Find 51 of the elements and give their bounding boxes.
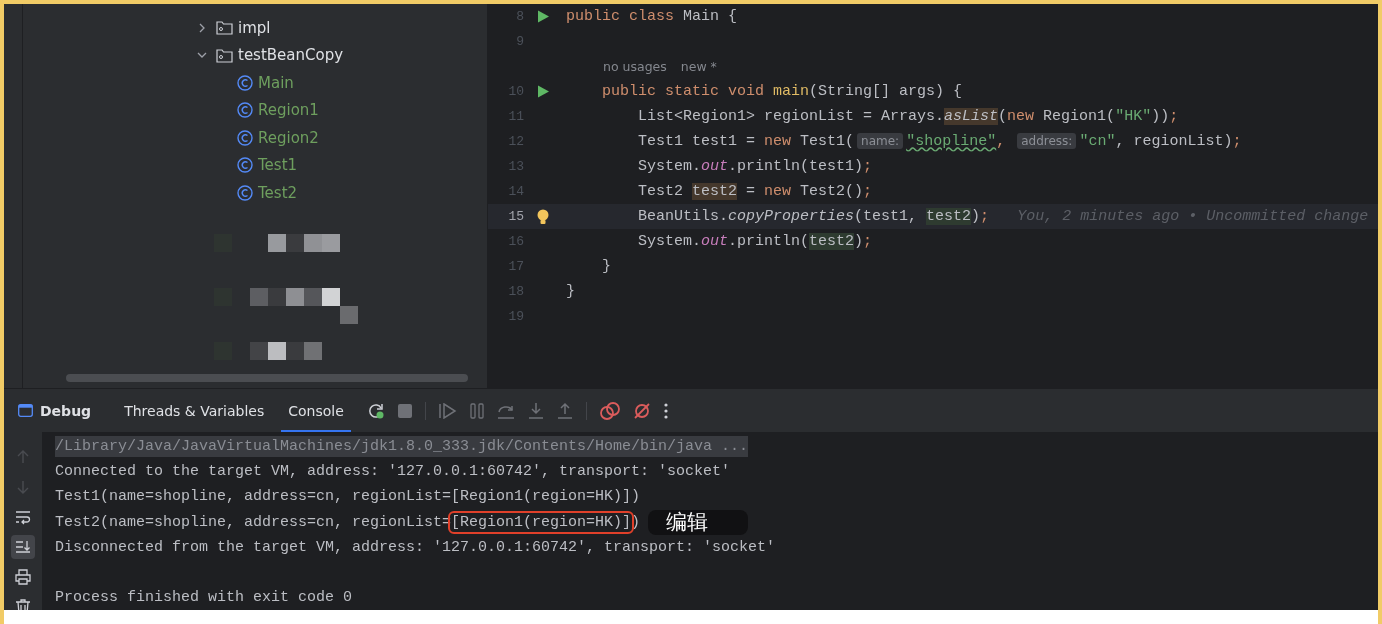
console-line: Test1(name=shopline, address=cn, regionList=[Region1(region=HK)]): [55, 488, 641, 506]
code-line: BeanUtils.copyProperties(test1, test2);: [637, 208, 990, 225]
tree-item[interactable]: Region1: [258, 101, 319, 120]
usage-hint[interactable]: no usages: [603, 59, 667, 74]
line-number: 15: [507, 209, 524, 224]
console-line: Process finished with exit code 0: [55, 589, 353, 607]
more-icon[interactable]: [663, 402, 668, 419]
tree-item[interactable]: Test2: [258, 183, 298, 202]
code-line: }: [566, 283, 575, 300]
scroll-to-end-icon[interactable]: [11, 535, 35, 559]
code-line: System.out.println(test1);: [637, 158, 873, 175]
class-icon: [237, 157, 253, 174]
run-icon[interactable]: [537, 85, 549, 98]
run-icon[interactable]: [537, 10, 549, 23]
step-out-icon[interactable]: [556, 402, 573, 419]
code-line: public class Main {: [566, 8, 738, 25]
resume-icon[interactable]: [438, 402, 457, 419]
code-line: System.out.println(test2);: [637, 233, 873, 250]
pause-icon[interactable]: [469, 402, 484, 419]
debug-window-icon: [18, 404, 33, 417]
stop-icon[interactable]: [397, 403, 412, 418]
mute-breakpoints-icon[interactable]: [632, 401, 651, 420]
tree-item[interactable]: Main: [258, 73, 294, 92]
breakpoints-icon[interactable]: [599, 401, 620, 420]
tree-item[interactable]: testBeanCopy: [238, 46, 344, 65]
folder-icon: [216, 47, 233, 63]
rerun-icon[interactable]: [366, 401, 385, 420]
tab[interactable]: Threads & Variables: [117, 388, 272, 433]
usage-hint[interactable]: new *: [680, 59, 717, 74]
code-line: Test2 test2 = new Test2();: [637, 183, 873, 200]
class-icon: [237, 129, 253, 146]
folder-icon: [216, 20, 233, 36]
code-line: public static void main(String[] args) {: [601, 83, 963, 100]
console-line: Connected to the target VM, address: '127.0.0.1:60742', transport: 'socket': [55, 463, 731, 481]
step-into-icon[interactable]: [527, 402, 544, 419]
scrollbar[interactable]: [66, 374, 468, 382]
class-icon: [237, 184, 253, 201]
lightbulb-icon[interactable]: [537, 208, 549, 225]
console-line: Disconnected from the target VM, address: '127.0.0.1:60742', transport: 'socket': [55, 538, 776, 556]
tree-item[interactable]: Region2: [258, 128, 319, 147]
tooltip: 编辑: [648, 509, 749, 535]
code-line: Test1 test1 = new Test1( name: "shopline", address: "cn", regionList);: [637, 133, 1242, 150]
blame-annotation: You, 2 minutes ago • Uncommitted change: [1017, 208, 1369, 225]
class-icon: [237, 74, 253, 91]
class-icon: [237, 102, 253, 119]
console-line: Test2(name=shopline, address=cn, regionList=[Region1(region=HK)]): [55, 513, 641, 531]
code-line: List<Region1> regionList = Arrays.asList(new Region1("HK"));: [637, 108, 1179, 125]
tree-item[interactable]: Test1: [258, 156, 298, 175]
tree-item[interactable]: impl: [238, 18, 271, 37]
code-line: }: [601, 258, 611, 275]
panel-title: Debug: [40, 402, 92, 419]
